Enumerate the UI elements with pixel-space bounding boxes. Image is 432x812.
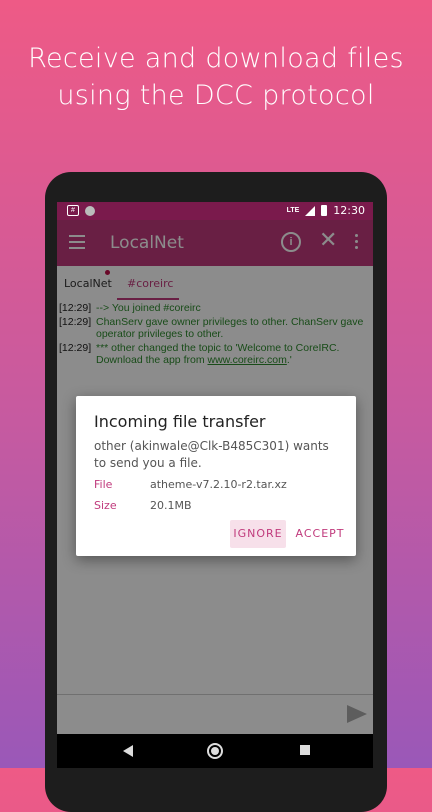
clock: 12:30	[333, 204, 365, 217]
ignore-button[interactable]: IGNORE	[230, 520, 286, 548]
lte-label: LTE	[286, 207, 300, 214]
circle-icon	[85, 205, 95, 216]
size-label: Size	[94, 499, 117, 512]
dialog-message: other (akinwale@Clk-B485C301) wants to s…	[94, 439, 329, 470]
system-nav-bar	[57, 734, 373, 768]
dialog-title: Incoming file transfer	[94, 412, 266, 431]
recents-icon[interactable]	[300, 745, 310, 755]
file-transfer-dialog: Incoming file transfer other (akinwale@C…	[76, 396, 356, 556]
file-value: atheme-v7.2.10-r2.tar.xz	[150, 478, 287, 491]
promo-heading: Receive and download files using the DCC…	[0, 40, 432, 114]
home-icon[interactable]	[207, 743, 223, 759]
accept-button[interactable]: ACCEPT	[290, 520, 350, 548]
promo-line-2: using the DCC protocol	[57, 80, 375, 111]
message-icon: #	[67, 205, 79, 216]
promo-line-1: Receive and download files	[28, 43, 404, 74]
status-bar: # LTE 12:30	[57, 202, 373, 220]
battery-icon	[321, 205, 328, 216]
file-label: File	[94, 478, 113, 491]
signal-icon	[305, 205, 316, 216]
back-icon[interactable]	[123, 745, 133, 757]
size-value: 20.1MB	[150, 499, 192, 512]
